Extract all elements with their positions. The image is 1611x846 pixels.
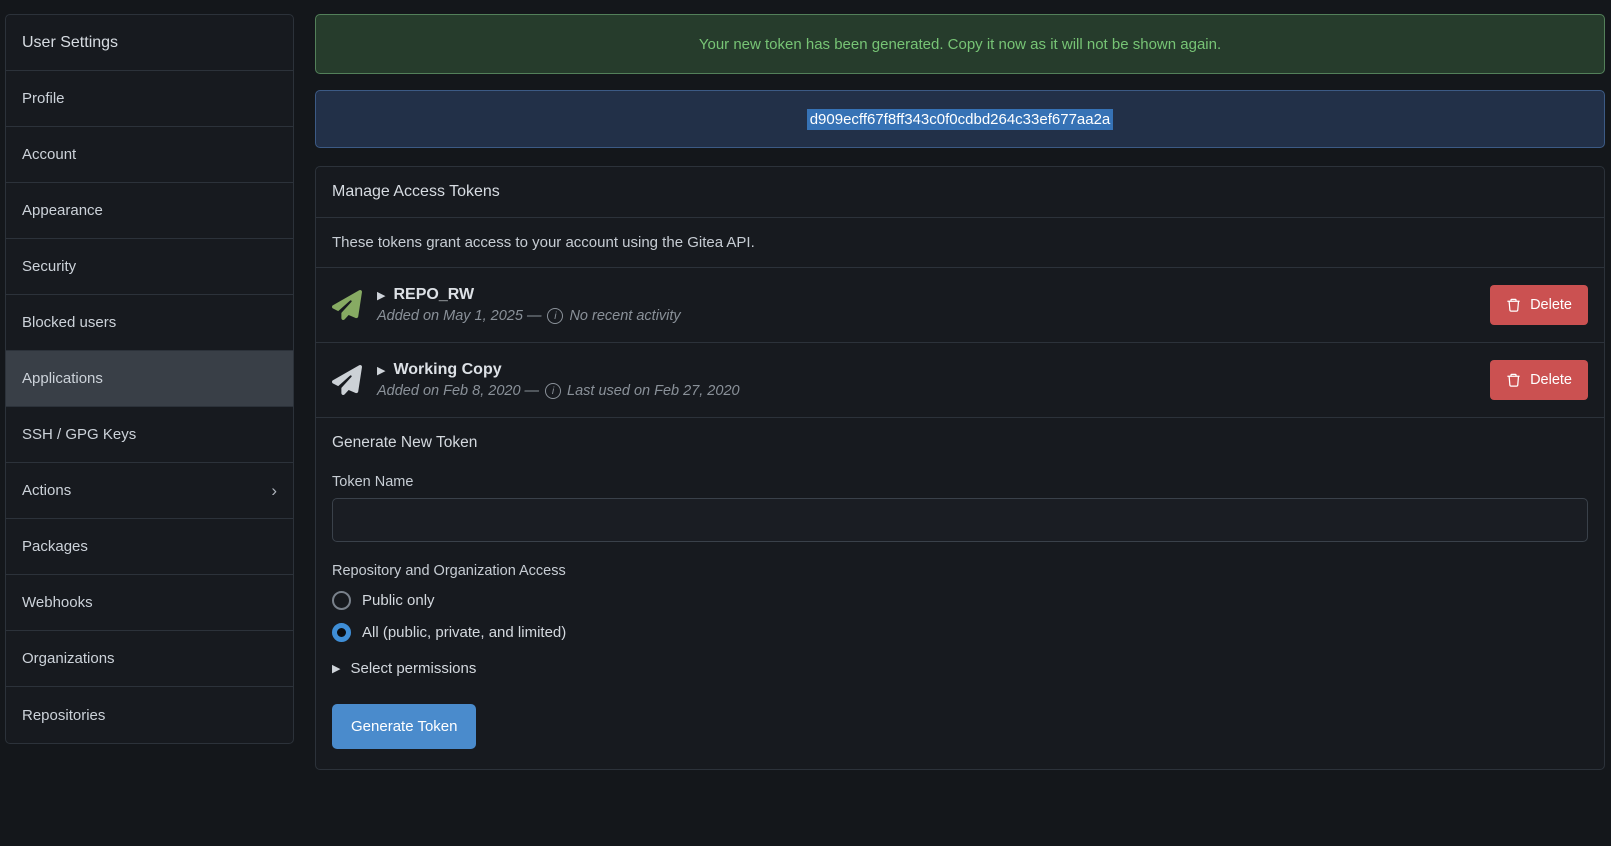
select-permissions-toggle[interactable]: ▶ Select permissions (332, 660, 1588, 677)
token-added-text: Added on May 1, 2025 — (377, 308, 541, 324)
paper-airplane-icon (332, 365, 362, 395)
generate-token-section: Generate New Token Token Name Repository… (316, 418, 1604, 769)
radio-unchecked-icon[interactable] (332, 591, 351, 610)
generate-section-title: Generate New Token (332, 434, 1588, 452)
token-name-toggle[interactable]: ▶ REPO_RW (377, 286, 681, 304)
sidebar-item-label: Applications (22, 370, 103, 387)
sidebar-item-label: Profile (22, 90, 65, 107)
token-activity-text: Last used on Feb 27, 2020 (567, 383, 740, 399)
token-info: ▶ REPO_RW Added on May 1, 2025 — i No re… (377, 286, 681, 324)
sidebar-header-label: User Settings (22, 34, 118, 52)
token-meta: Added on May 1, 2025 — i No recent activ… (377, 308, 681, 324)
panel-title: Manage Access Tokens (316, 167, 1604, 218)
page-layout: User Settings Profile Account Appearance… (0, 0, 1611, 770)
sidebar-item-account[interactable]: Account (6, 127, 293, 183)
token-name-toggle[interactable]: ▶ Working Copy (377, 361, 740, 379)
main-content: Your new token has been generated. Copy … (315, 14, 1605, 770)
token-name-field-label: Token Name (332, 474, 1588, 490)
panel-description: These tokens grant access to your accoun… (316, 218, 1604, 268)
generate-token-button[interactable]: Generate Token (332, 704, 476, 749)
delete-button-label: Delete (1530, 297, 1572, 313)
sidebar-item-security[interactable]: Security (6, 239, 293, 295)
radio-option-public-only[interactable]: Public only (332, 591, 1588, 610)
sidebar-item-label: Packages (22, 538, 88, 555)
radio-option-label: All (public, private, and limited) (362, 624, 566, 641)
paper-airplane-icon (332, 290, 362, 320)
trash-icon (1506, 372, 1521, 388)
delete-button-label: Delete (1530, 372, 1572, 388)
token-row: ▶ Working Copy Added on Feb 8, 2020 — i … (316, 343, 1604, 418)
delete-token-button[interactable]: Delete (1490, 285, 1588, 325)
token-meta: Added on Feb 8, 2020 — i Last used on Fe… (377, 383, 740, 399)
chevron-right-icon: › (271, 482, 277, 499)
access-scope-label: Repository and Organization Access (332, 563, 1588, 579)
token-info: ▶ Working Copy Added on Feb 8, 2020 — i … (377, 361, 740, 399)
token-row: ▶ REPO_RW Added on May 1, 2025 — i No re… (316, 268, 1604, 343)
token-name-input[interactable] (332, 498, 1588, 542)
settings-sidebar: User Settings Profile Account Appearance… (5, 14, 294, 744)
token-added-text: Added on Feb 8, 2020 — (377, 383, 539, 399)
success-message: Your new token has been generated. Copy … (699, 36, 1221, 53)
token-name-label: REPO_RW (393, 286, 474, 304)
info-icon: i (545, 383, 561, 399)
sidebar-item-label: Organizations (22, 650, 115, 667)
radio-option-label: Public only (362, 592, 435, 609)
sidebar-header-user-settings: User Settings (6, 15, 293, 71)
sidebar-item-appearance[interactable]: Appearance (6, 183, 293, 239)
manage-tokens-panel: Manage Access Tokens These tokens grant … (315, 166, 1605, 770)
triangle-right-icon: ▶ (332, 662, 340, 675)
new-token-display: d909ecff67f8ff343c0f0cdbd264c33ef677aa2a (315, 90, 1605, 148)
delete-token-button[interactable]: Delete (1490, 360, 1588, 400)
sidebar-item-repositories[interactable]: Repositories (6, 687, 293, 743)
trash-icon (1506, 297, 1521, 313)
token-activity-text: No recent activity (569, 308, 680, 324)
sidebar-item-actions[interactable]: Actions › (6, 463, 293, 519)
radio-checked-icon[interactable] (332, 623, 351, 642)
sidebar-item-label: Webhooks (22, 594, 93, 611)
triangle-right-icon: ▶ (377, 364, 385, 377)
select-permissions-label: Select permissions (350, 660, 476, 677)
token-value-selected-text[interactable]: d909ecff67f8ff343c0f0cdbd264c33ef677aa2a (807, 109, 1114, 130)
sidebar-item-label: Blocked users (22, 314, 116, 331)
sidebar-item-webhooks[interactable]: Webhooks (6, 575, 293, 631)
sidebar-item-organizations[interactable]: Organizations (6, 631, 293, 687)
sidebar-item-packages[interactable]: Packages (6, 519, 293, 575)
sidebar-item-label: Account (22, 146, 76, 163)
radio-option-all[interactable]: All (public, private, and limited) (332, 623, 1588, 642)
token-name-label: Working Copy (393, 361, 501, 379)
sidebar-item-label: SSH / GPG Keys (22, 426, 136, 443)
triangle-right-icon: ▶ (377, 289, 385, 302)
sidebar-item-blocked-users[interactable]: Blocked users (6, 295, 293, 351)
sidebar-item-label: Appearance (22, 202, 103, 219)
success-banner: Your new token has been generated. Copy … (315, 14, 1605, 74)
sidebar-item-label: Repositories (22, 707, 105, 724)
sidebar-item-applications[interactable]: Applications (6, 351, 293, 407)
sidebar-item-ssh-gpg-keys[interactable]: SSH / GPG Keys (6, 407, 293, 463)
sidebar-item-profile[interactable]: Profile (6, 71, 293, 127)
info-icon: i (547, 308, 563, 324)
sidebar-item-label: Actions (22, 482, 71, 499)
sidebar-item-label: Security (22, 258, 76, 275)
